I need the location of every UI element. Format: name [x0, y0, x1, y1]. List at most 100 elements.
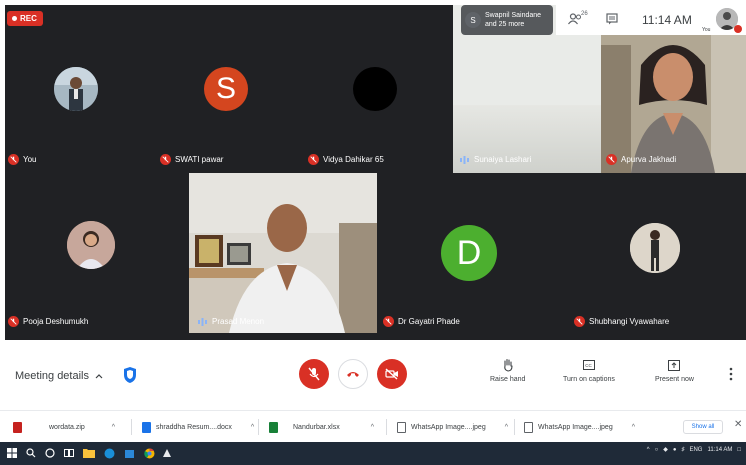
chevron-up-icon[interactable]: ^ — [505, 424, 508, 431]
mic-off-icon — [308, 367, 320, 381]
download-item[interactable]: wordata.zip ^ — [13, 417, 115, 437]
chevron-up-icon[interactable]: ^ — [251, 424, 254, 431]
avatar: S — [204, 67, 248, 111]
mic-off-icon — [308, 154, 319, 165]
divider — [131, 419, 132, 435]
avatar — [353, 67, 397, 111]
mic-toggle-button[interactable] — [299, 359, 329, 389]
mic-off-icon — [606, 154, 617, 165]
screen: You S SWATI pawar Vidya Dahikar 65 Sunai… — [0, 0, 746, 465]
self-mic-off-icon — [734, 25, 742, 33]
shield-icon[interactable] — [123, 366, 137, 384]
download-item[interactable]: WhatsApp Image....jpeg ^ — [524, 417, 635, 437]
participant-name-tag: Apurva Jakhadi — [606, 154, 676, 165]
people-count: 26 — [581, 11, 588, 17]
file-icon — [524, 421, 533, 433]
close-icon[interactable]: ✕ — [734, 419, 742, 430]
search-icon[interactable] — [25, 447, 37, 459]
people-icon[interactable] — [568, 13, 582, 25]
more-options-icon[interactable] — [729, 367, 733, 386]
chevron-up-icon[interactable]: ^ — [112, 424, 115, 431]
participant-name: Swapnil Saindane — [485, 12, 542, 19]
download-filename: wordata.zip — [49, 423, 85, 431]
avatar — [54, 67, 98, 111]
chevron-up-icon[interactable]: ^ — [647, 447, 650, 453]
participant-name: You — [23, 155, 37, 164]
network-icon[interactable]: ○ — [655, 447, 659, 453]
hang-up-icon — [347, 372, 359, 377]
download-item[interactable]: WhatsApp Image....jpeg ^ — [397, 417, 508, 437]
downloads-bar: wordata.zip ^ shraddha Resum....docx ^ N… — [0, 410, 746, 442]
meeting-clock: 11:14 AM — [642, 13, 692, 27]
tile-vidya-dahikar[interactable]: Vidya Dahikar 65 — [303, 5, 453, 173]
meeting-control-bar: Meeting details Raise hand CC Turn on ca… — [0, 340, 746, 410]
chrome-icon[interactable] — [143, 447, 155, 459]
captions-button[interactable]: CC Turn on captions — [563, 358, 615, 383]
language-indicator[interactable]: ENG — [689, 447, 702, 453]
tile-pooja-deshumukh[interactable]: Pooja Deshumukh — [5, 173, 189, 333]
self-label: You — [702, 27, 711, 33]
raise-hand-label: Raise hand — [490, 376, 526, 383]
store-icon[interactable] — [123, 447, 135, 459]
dropbox-icon[interactable]: ◆ — [663, 446, 668, 453]
recording-badge: REC — [7, 11, 43, 26]
taskbar-clock[interactable]: 11:14 AM — [707, 447, 732, 453]
participant-name-tag: You — [8, 154, 37, 165]
raise-hand-button[interactable]: Raise hand — [490, 358, 525, 383]
tile-prasad-menon[interactable]: Prasad Menon — [189, 173, 377, 333]
meeting-details-label: Meeting details — [15, 370, 89, 382]
task-view-icon[interactable] — [63, 447, 75, 459]
participant-avatar: S — [465, 12, 481, 28]
camera-toggle-button[interactable] — [377, 359, 407, 389]
present-now-button[interactable]: Present now — [655, 358, 694, 383]
divider — [514, 419, 515, 435]
video-grid: You S SWATI pawar Vidya Dahikar 65 Sunai… — [5, 5, 746, 340]
leave-call-button[interactable] — [338, 359, 368, 389]
camera-off-icon — [385, 368, 398, 380]
windows-start-icon[interactable] — [6, 447, 18, 459]
mic-off-icon — [383, 316, 394, 327]
meeting-details-button[interactable]: Meeting details — [15, 370, 103, 382]
participants-chip[interactable]: S Swapnil Saindane and 25 more — [461, 5, 553, 35]
file-icon — [269, 421, 278, 433]
participant-name: Dr Gayatri Phade — [398, 317, 460, 326]
app-icon[interactable] — [161, 447, 173, 459]
captions-label: Turn on captions — [563, 376, 615, 383]
edge-icon[interactable] — [103, 447, 115, 459]
taskbar: ^ ○ ◆ ● ♯ ENG 11:14 AM □ — [0, 442, 746, 465]
chevron-up-icon[interactable]: ^ — [371, 424, 374, 431]
avatar — [67, 221, 115, 269]
tile-you[interactable]: You — [5, 5, 155, 173]
tile-shubhangi-vyawahare[interactable]: Shubhangi Vyawahare — [563, 173, 746, 333]
chevron-up-icon[interactable]: ^ — [632, 424, 635, 431]
divider — [386, 419, 387, 435]
participant-name-tag: Sunaiya Lashari — [459, 154, 531, 165]
chevron-up-icon — [95, 374, 103, 379]
participant-name: Sunaiya Lashari — [474, 155, 532, 164]
chat-icon[interactable] — [606, 13, 618, 25]
download-item[interactable]: shraddha Resum....docx ^ — [142, 417, 254, 437]
participant-name-tag: Pooja Deshumukh — [8, 316, 88, 327]
participant-name: SWATI pawar — [175, 155, 224, 164]
participant-name: Prasad Menon — [212, 317, 265, 326]
download-filename: Nandurbar.xlsx — [293, 423, 340, 431]
download-filename: WhatsApp Image....jpeg — [538, 423, 613, 431]
notifications-icon[interactable]: □ — [737, 447, 741, 453]
mic-off-icon — [574, 316, 585, 327]
captions-icon: CC — [582, 358, 596, 372]
mic-off-icon — [160, 154, 171, 165]
volume-icon[interactable]: ♯ — [681, 447, 684, 453]
participant-name: Vidya Dahikar 65 — [323, 155, 384, 164]
tile-gayatri-phade[interactable]: D Dr Gayatri Phade — [377, 173, 563, 333]
file-explorer-icon[interactable] — [83, 447, 95, 459]
cortana-icon[interactable] — [44, 447, 56, 459]
participants-more: and 25 more — [485, 21, 525, 28]
participant-video — [189, 173, 377, 333]
present-icon — [667, 358, 681, 372]
show-all-button[interactable]: Show all — [683, 420, 723, 434]
tile-swati-pawar[interactable]: S SWATI pawar — [155, 5, 303, 173]
divider — [258, 419, 259, 435]
download-item[interactable]: Nandurbar.xlsx ^ — [269, 417, 374, 437]
wifi-icon[interactable]: ● — [673, 447, 677, 453]
file-icon — [397, 421, 406, 433]
